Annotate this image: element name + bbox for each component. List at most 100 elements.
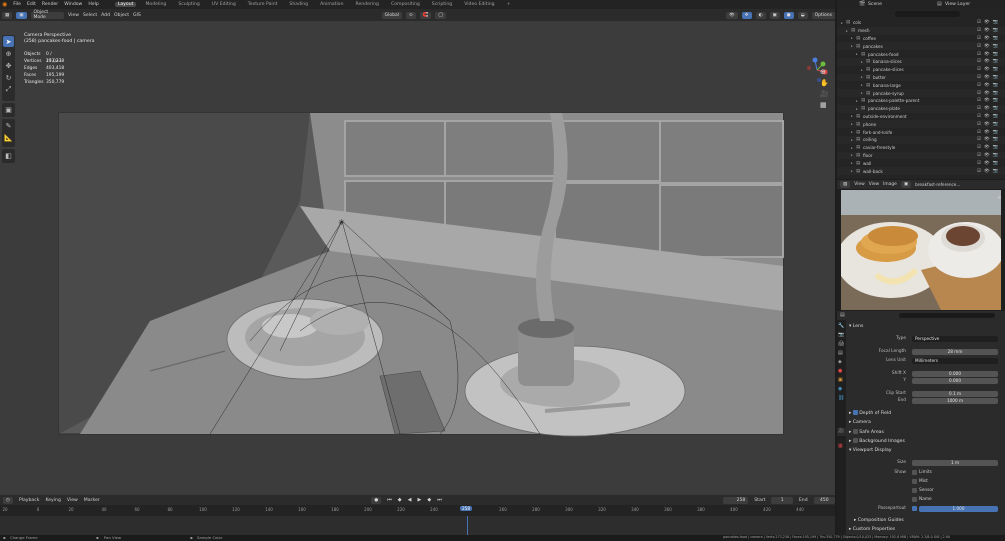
outliner-row[interactable]: ▸ ▤ butter ☑ 👁 📷: [837, 73, 1005, 82]
eye-icon[interactable]: 👁: [984, 122, 990, 127]
expand-arrow-icon[interactable]: ▸: [861, 68, 863, 72]
tab-modeling[interactable]: Modeling: [142, 2, 169, 7]
show-sensor-checkbox[interactable]: [912, 488, 917, 493]
expand-arrow-icon[interactable]: ▸: [851, 138, 853, 142]
expand-arrow-icon[interactable]: ▸: [851, 130, 853, 134]
world-tab-icon[interactable]: ●: [838, 368, 842, 374]
expand-arrow-icon[interactable]: ▸: [856, 52, 858, 56]
outliner-row[interactable]: ▸ ▤ wall ☑ 👁 📷: [837, 159, 1005, 167]
checkbox-icon[interactable]: ☑: [977, 106, 981, 111]
menu-timeline-view[interactable]: View: [67, 498, 78, 503]
image-name-field[interactable]: breakfast-reference...: [915, 182, 960, 187]
outliner-row[interactable]: ▸ ▤ banana-large ☑ 👁 📷: [837, 81, 1005, 89]
tab-rendering[interactable]: Rendering: [353, 2, 382, 7]
menu-file[interactable]: File: [13, 2, 21, 7]
pan-hand-icon[interactable]: ✋: [820, 79, 829, 87]
checkbox-icon[interactable]: ☑: [977, 52, 981, 57]
current-frame-field[interactable]: 258: [723, 496, 749, 504]
size-field[interactable]: 1 m: [912, 460, 998, 466]
show-name-checkbox[interactable]: [912, 497, 917, 502]
expand-arrow-icon[interactable]: ▸: [851, 146, 853, 150]
gizmo-toggle-icon[interactable]: ✥: [741, 11, 752, 19]
eye-icon[interactable]: 👁: [984, 36, 990, 41]
eye-icon[interactable]: 👁: [984, 153, 990, 158]
checkbox-icon[interactable]: ☑: [977, 145, 981, 150]
outliner-row[interactable]: ▸ ▤ wall-back ☑ 👁 📷: [837, 167, 1005, 175]
tab-compositing[interactable]: Compositing: [388, 2, 423, 7]
zoom-icon[interactable]: ⊕: [820, 68, 826, 76]
menu-help[interactable]: Help: [88, 2, 98, 7]
camera-icon[interactable]: 📷: [993, 28, 999, 33]
cursor-tool-icon[interactable]: ⊕: [3, 48, 14, 59]
eye-icon[interactable]: 👁: [984, 145, 990, 150]
jump-start-icon[interactable]: ⏮: [387, 497, 392, 503]
3d-viewport[interactable]: ✳ ➤ ⊕ ✥ ↻ ⤢ ▣ ✎ 📐 ◧ ⊕ ✋ 🎥 ▦: [0, 21, 835, 495]
focal-length-field[interactable]: 28 mm: [912, 349, 998, 355]
end-frame-field[interactable]: 450: [813, 496, 835, 504]
menu-select[interactable]: Select: [83, 13, 97, 18]
menu-view[interactable]: View: [68, 13, 79, 18]
camera-view-icon[interactable]: 🎥: [820, 90, 829, 98]
expand-arrow-icon[interactable]: ▸: [851, 169, 853, 173]
properties-editor-type-button[interactable]: ▤: [840, 312, 845, 318]
checkbox-icon[interactable]: ☑: [977, 114, 981, 119]
checkbox-icon[interactable]: ☑: [977, 91, 981, 96]
eye-icon[interactable]: 👁: [984, 98, 990, 103]
add-cube-tool-icon[interactable]: ◧: [3, 150, 14, 161]
properties-search-field[interactable]: [899, 313, 995, 318]
expand-arrow-icon[interactable]: ▸: [851, 122, 853, 126]
jump-end-icon[interactable]: ⏭: [437, 497, 442, 503]
transform-tool-icon[interactable]: ▣: [3, 104, 14, 115]
camera-icon[interactable]: 📷: [993, 114, 999, 119]
camera-icon[interactable]: 📷: [993, 52, 999, 57]
tab-layout[interactable]: Layout: [114, 2, 137, 7]
camera-icon[interactable]: 📷: [993, 145, 999, 150]
prev-key-icon[interactable]: ◆: [398, 497, 402, 503]
record-button[interactable]: ●: [371, 496, 382, 504]
next-key-icon[interactable]: ◆: [427, 497, 431, 503]
expand-arrow-icon[interactable]: ▸: [851, 36, 853, 40]
eye-icon[interactable]: 👁: [984, 161, 990, 166]
lens-unit-dropdown[interactable]: Millimeters: [912, 358, 998, 364]
outliner-row[interactable]: ▸ ▤ phone ☑ 👁 📷: [837, 120, 1005, 129]
select-tool-icon[interactable]: ➤: [3, 36, 14, 47]
eye-icon[interactable]: 👁: [984, 52, 990, 57]
expand-arrow-icon[interactable]: ▸: [861, 91, 863, 95]
view-layer-tab-icon[interactable]: ▤: [838, 350, 843, 356]
reference-image-area[interactable]: ⊕: [837, 189, 1005, 311]
menu-marker[interactable]: Marker: [84, 498, 100, 503]
outliner-row[interactable]: ▸ ▤ pancakes-palette-parent ☑ 👁 📷: [837, 97, 1005, 105]
texture-tab-icon[interactable]: ▦: [838, 443, 843, 449]
object-mode-dropdown[interactable]: Object Mode: [30, 10, 65, 20]
tab-scripting[interactable]: Scripting: [429, 2, 455, 7]
safe-areas-panel-header[interactable]: ▸ Safe Areas: [849, 429, 884, 435]
outliner-row[interactable]: ▸ ▤ banana-slices ☑ 👁 📷: [837, 58, 1005, 66]
output-tab-icon[interactable]: 🖨: [838, 341, 844, 347]
checkbox-icon[interactable]: ☑: [977, 75, 981, 80]
checkbox-icon[interactable]: ☑: [977, 36, 981, 41]
xray-toggle-icon[interactable]: ▣: [769, 11, 780, 19]
tab-video-editing[interactable]: Video Editing: [461, 2, 497, 7]
expand-arrow-icon[interactable]: ▸: [856, 107, 858, 111]
eye-icon[interactable]: 👁: [984, 106, 990, 111]
camera-icon[interactable]: 📷: [993, 153, 999, 158]
outliner-row[interactable]: ▸ ▤ mesh ☑ 👁 📷: [837, 26, 1005, 35]
image-menu-view[interactable]: View: [869, 182, 879, 187]
checkbox-icon[interactable]: ☑: [977, 122, 981, 127]
camera-icon[interactable]: 📷: [993, 137, 999, 142]
outliner-row[interactable]: ▸ ▤ pancakes ☑ 👁 📷: [837, 42, 1005, 51]
image-browse-icon[interactable]: ▣: [900, 181, 912, 188]
render-tab-icon[interactable]: 📷: [838, 332, 844, 338]
camera-panel-header[interactable]: ▸ Camera: [849, 420, 871, 425]
tab-animation[interactable]: Animation: [317, 2, 346, 7]
shading-material-icon[interactable]: ◒: [797, 11, 808, 19]
clip-start-field[interactable]: 0.1 m: [912, 391, 998, 397]
scene-tab-icon[interactable]: ◈: [838, 359, 842, 365]
eye-icon[interactable]: 👁: [984, 130, 990, 135]
eye-icon[interactable]: 👁: [984, 28, 990, 33]
shading-solid-icon[interactable]: ●: [783, 11, 794, 19]
visibility-icon[interactable]: 👁: [726, 11, 738, 19]
eye-icon[interactable]: 👁: [984, 75, 990, 80]
proportional-edit-icon[interactable]: ◯: [435, 11, 447, 19]
checkbox-icon[interactable]: ☑: [977, 169, 981, 174]
